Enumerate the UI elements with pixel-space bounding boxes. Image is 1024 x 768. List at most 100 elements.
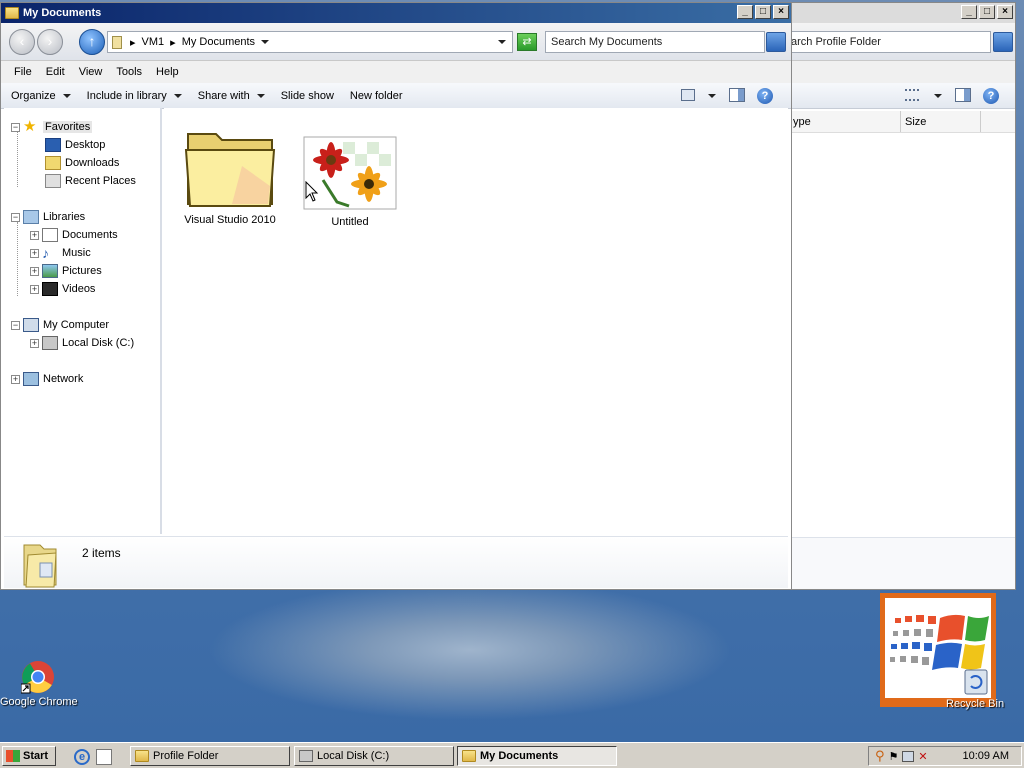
tree-libraries[interactable]: − Libraries [11,209,85,225]
views-dropdown-caret[interactable] [934,94,942,98]
profile-folder-window[interactable]: _ □ × arch Profile Folder ? ype Size [785,2,1016,590]
tree-line [17,222,18,296]
views-icon[interactable] [905,89,919,101]
search-input[interactable]: Search My Documents [545,31,765,53]
expand-icon[interactable]: + [30,338,39,348]
tree-network[interactable]: + Network [11,371,83,387]
desktop-icon-chrome[interactable]: Google Chrome [0,660,78,708]
windows-flag-icon [6,750,20,762]
folder-icon [184,133,276,207]
folder-icon [23,544,57,588]
tree-recent-places-label: Recent Places [65,175,136,187]
organize-button[interactable]: Organize [11,90,71,102]
search-icon[interactable]: ⚲ [875,748,885,764]
tree-recent-places[interactable]: Recent Places [45,173,136,189]
tree-videos-label: Videos [62,283,96,295]
file-list: Visual Studio 2010 Untitled [164,108,788,534]
expand-icon[interactable]: + [11,374,20,384]
forward-button[interactable]: › [37,29,63,55]
views-dropdown-caret[interactable] [708,94,716,98]
task-my-documents[interactable]: My Documents [457,746,617,766]
menu-edit[interactable]: Edit [39,66,72,78]
address-bar[interactable]: ▸ VM1 ▸ My Documents [107,31,513,53]
close-button[interactable]: × [773,5,789,19]
up-button[interactable]: ↑ [79,29,105,55]
tree-videos[interactable]: + Videos [30,281,95,297]
collapse-icon[interactable]: − [11,122,20,132]
tree-favorites[interactable]: − ★ Favorites [11,119,93,135]
clock[interactable]: 10:09 AM [963,750,1009,762]
slide-show-button[interactable]: Slide show [281,90,334,102]
windows-logo-icon [885,598,991,698]
tree-local-disk[interactable]: + Local Disk (C:) [30,335,134,351]
refresh-icon[interactable]: ⇄ [517,33,537,51]
preview-pane-icon[interactable] [955,88,971,102]
task-label: Local Disk (C:) [317,750,390,762]
back-button[interactable]: ‹ [9,29,35,55]
tree-pictures-label: Pictures [62,265,102,277]
window-title: My Documents [23,7,102,19]
command-bar: Organize Include in library Share with S… [1,83,791,109]
navigation-bar: ‹ › ↑ ▸ VM1 ▸ My Documents ⇄ Search My D… [1,23,791,61]
task-profile-folder[interactable]: Profile Folder [130,746,290,766]
collapse-icon[interactable]: − [11,212,20,222]
column-type[interactable]: ype [791,111,901,132]
tree-documents[interactable]: + Documents [30,227,118,243]
task-local-disk[interactable]: Local Disk (C:) [294,746,454,766]
search-icon[interactable] [993,32,1013,52]
menu-file[interactable]: File [7,66,39,78]
menu-tools[interactable]: Tools [109,66,149,78]
tree-music[interactable]: + ♪ Music [30,245,91,261]
breadcrumb-dropdown-caret[interactable] [261,40,270,44]
include-in-library-button[interactable]: Include in library [87,90,182,102]
start-button[interactable]: Start [2,746,56,766]
expand-icon[interactable]: + [30,284,39,294]
tree-network-label: Network [43,373,84,385]
volume-muted-icon[interactable]: ✕ [918,750,927,763]
folder-icon [462,750,476,762]
tree-downloads[interactable]: Downloads [45,155,119,171]
column-size[interactable]: Size [901,111,981,132]
minimize-button[interactable]: _ [961,5,977,19]
minimize-button[interactable]: _ [737,5,753,19]
menu-view[interactable]: View [72,66,110,78]
tree-pictures[interactable]: + Pictures [30,263,102,279]
help-icon[interactable]: ? [757,88,773,104]
help-icon[interactable]: ? [983,88,999,104]
expand-icon[interactable]: + [30,248,39,258]
search-input[interactable]: arch Profile Folder [785,31,991,53]
preview-pane-icon[interactable] [729,88,745,102]
collapse-icon[interactable]: − [11,320,20,330]
search-icon[interactable] [766,32,786,52]
quick-launch-ie-icon[interactable]: e [74,749,90,765]
breadcrumb-separator-icon: ▸ [130,36,136,49]
breadcrumb-my-documents[interactable]: My Documents [182,36,255,48]
expand-icon[interactable]: + [30,230,39,240]
maximize-button[interactable]: □ [979,5,995,19]
file-item-visual-studio-2010[interactable]: Visual Studio 2010 [180,126,280,226]
breadcrumb-vm1[interactable]: VM1 [142,36,165,48]
music-icon: ♪ [42,245,49,261]
maximize-button[interactable]: □ [755,5,771,19]
videos-icon [42,282,58,296]
tree-my-computer[interactable]: − My Computer [11,317,109,333]
desktop-icon-recycle-bin[interactable]: Recycle Bin [880,593,1024,713]
menu-help[interactable]: Help [149,66,186,78]
expand-icon[interactable]: + [30,266,39,276]
address-history-caret[interactable] [498,40,506,44]
breadcrumb-separator-icon: ▸ [170,36,176,49]
tree-desktop[interactable]: Desktop [45,137,105,153]
profile-folder-titlebar[interactable]: _ □ × [791,3,1015,23]
new-folder-button[interactable]: New folder [350,90,403,102]
share-with-button[interactable]: Share with [198,90,265,102]
folder-icon [135,750,149,762]
quick-launch-edit-icon[interactable] [96,749,112,765]
menubar: File Edit View Tools Help [1,61,791,83]
tree-local-disk-label: Local Disk (C:) [62,337,135,349]
network-icon[interactable] [902,750,915,762]
close-button[interactable]: × [997,5,1013,19]
views-icon[interactable] [681,89,695,101]
my-documents-titlebar[interactable]: My Documents _ □ × [1,3,791,23]
flag-icon[interactable]: ⚑ [889,750,899,763]
desktop-icon-label: Recycle Bin [946,698,1005,710]
